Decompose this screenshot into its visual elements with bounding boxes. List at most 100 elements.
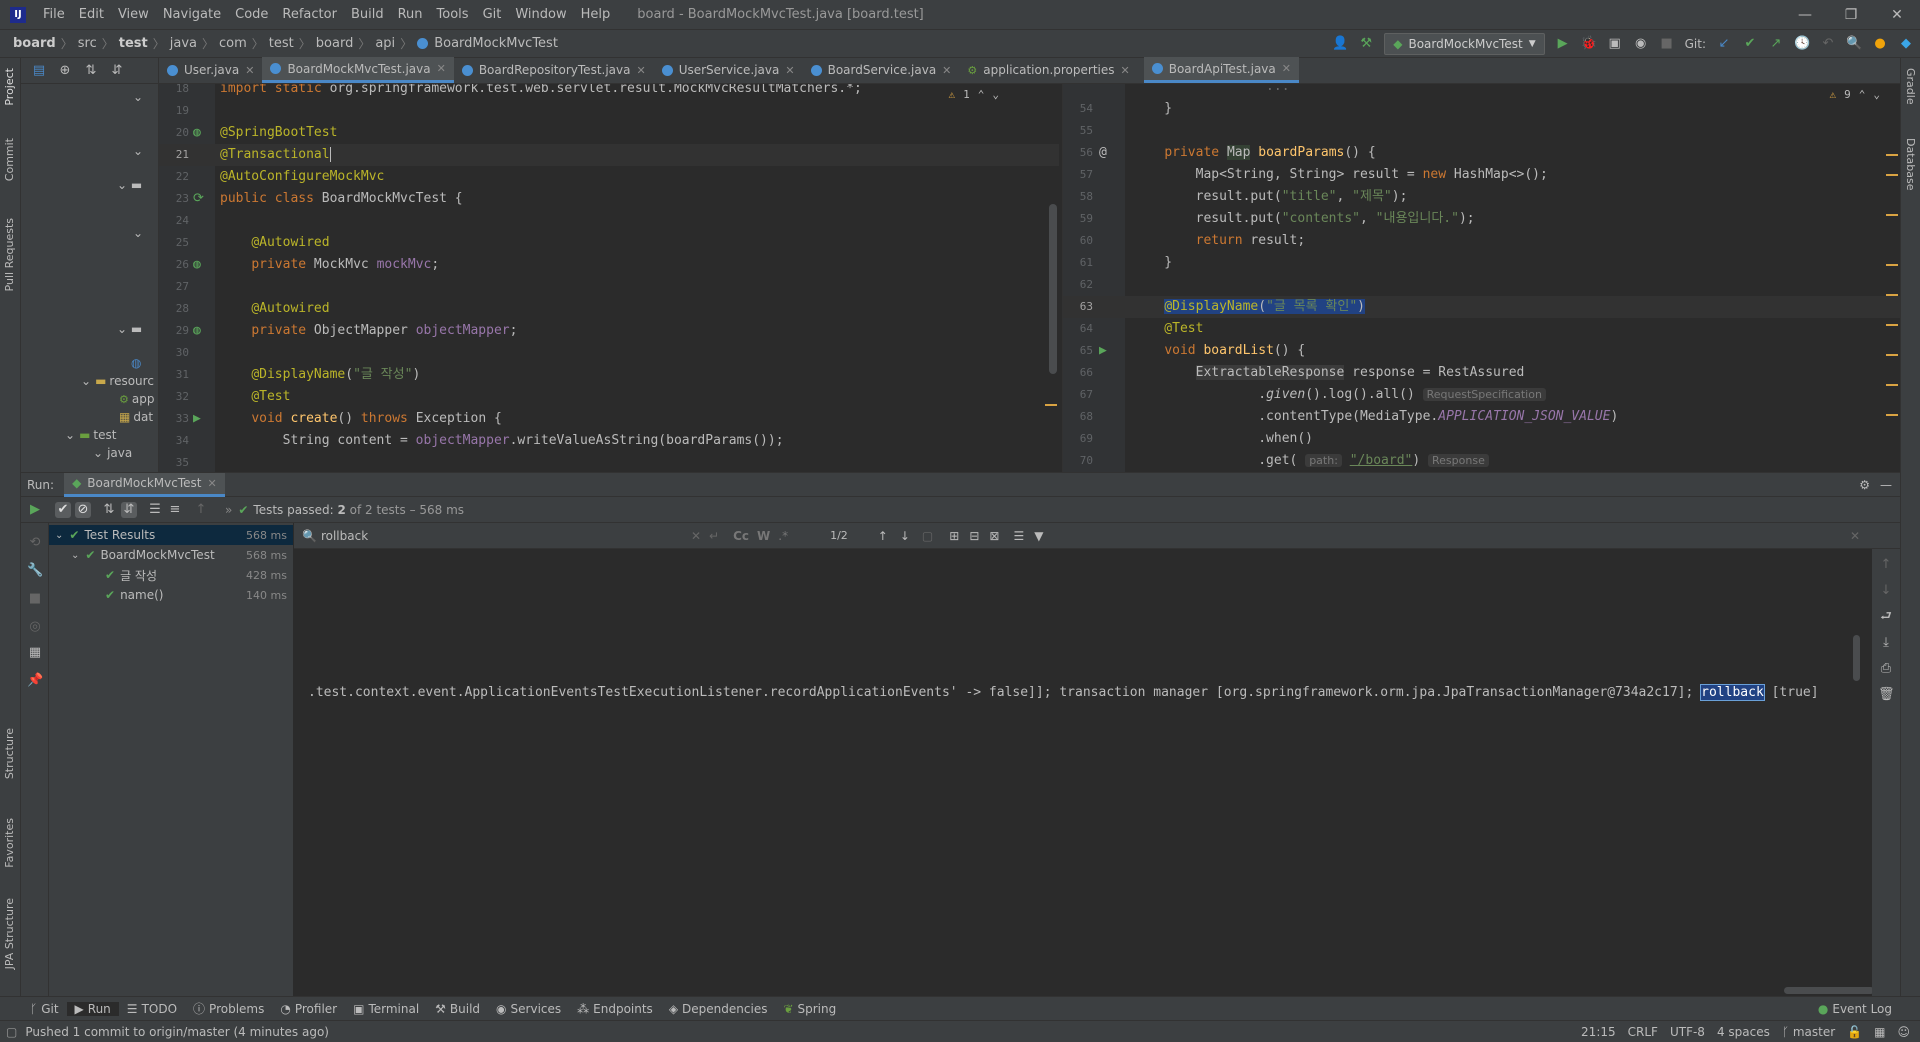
file-encoding[interactable]: UTF-8 (1670, 1025, 1705, 1039)
run-gutter-icon[interactable]: ⟳ (193, 188, 204, 210)
status-layout-icon[interactable]: ▢ (6, 1025, 17, 1039)
structure-tool-tab[interactable]: Structure (3, 728, 16, 779)
collapse-all-icon[interactable]: ≡ (167, 502, 183, 518)
tool-todo[interactable]: ☰ TODO (119, 1002, 185, 1016)
tree-row-test-create[interactable]: ✔ 글 작성 428 ms (49, 565, 293, 585)
warning-marker[interactable] (1886, 174, 1898, 176)
coverage-icon[interactable]: ▣ (1607, 36, 1623, 52)
tool-spring[interactable]: ❦ Spring (775, 1002, 844, 1016)
sort-duration-icon[interactable]: ⇵ (121, 501, 137, 518)
tree-item-dat[interactable]: ▦ dat (119, 408, 153, 426)
breadcrumb-java[interactable]: java (167, 36, 200, 51)
search-icon[interactable]: 🔍 (1846, 36, 1862, 52)
run-gutter-icon[interactable]: ▶ (193, 408, 201, 430)
git-update-icon[interactable]: ↙ (1716, 36, 1732, 52)
close-tab-icon[interactable]: ✕ (208, 477, 217, 490)
warning-marker[interactable] (1886, 414, 1898, 416)
previous-match-icon[interactable]: ↑ (878, 529, 888, 543)
warning-marker[interactable] (1045, 404, 1057, 406)
favorites-tool-tab[interactable]: Favorites (3, 818, 16, 868)
close-tab-icon[interactable]: ✕ (437, 62, 446, 75)
menu-navigate[interactable]: Navigate (156, 7, 228, 22)
rollback-icon[interactable]: ↶ (1820, 36, 1836, 52)
settings-gear-icon[interactable]: ⚙ (1859, 478, 1870, 492)
whole-word-icon[interactable]: W (757, 529, 770, 543)
indent-setting[interactable]: 4 spaces (1717, 1025, 1770, 1039)
tree-item-app[interactable]: ⚙ app (119, 390, 154, 408)
stop-icon[interactable]: ■ (1659, 36, 1675, 52)
event-log[interactable]: ● Event Log (1810, 1002, 1900, 1016)
inspector-icon[interactable]: ☺ (1897, 1025, 1910, 1039)
jpa-structure-tool-tab[interactable]: JPA Structure (3, 898, 16, 969)
close-tab-icon[interactable]: ✕ (1121, 64, 1130, 77)
memory-icon[interactable]: ▦ (1874, 1025, 1885, 1039)
hide-panel-icon[interactable]: — (1880, 478, 1892, 492)
remove-occurrence-icon[interactable]: ⊟ (969, 529, 979, 543)
regex-history-icon[interactable]: ↵ (709, 529, 719, 543)
menu-edit[interactable]: Edit (72, 7, 111, 22)
menu-tools[interactable]: Tools (430, 7, 476, 22)
tab-boardservice-java[interactable]: BoardService.java ✕ (803, 57, 960, 83)
menu-window[interactable]: Window (508, 7, 573, 22)
collapse-all-icon[interactable]: ⇵ (109, 63, 125, 79)
git-branch[interactable]: ᚴ master (1782, 1025, 1835, 1039)
commit-tool-tab[interactable]: Commit (3, 138, 16, 181)
scroll-up-icon[interactable]: ↑ (1878, 557, 1894, 573)
menu-code[interactable]: Code (228, 7, 275, 22)
pull-requests-tool-tab[interactable]: Pull Requests (3, 218, 16, 291)
menu-build[interactable]: Build (344, 7, 391, 22)
clear-search-icon[interactable]: ✕ (691, 529, 701, 543)
project-view-icon[interactable]: ▤ (31, 63, 47, 79)
breadcrumb-src[interactable]: src (75, 36, 100, 51)
update-icon[interactable]: ● (1872, 36, 1888, 52)
wrench-icon[interactable]: 🔧 (27, 563, 43, 579)
console-horizontal-scrollbar[interactable] (1784, 987, 1874, 994)
print-icon[interactable]: ⎙ (1878, 661, 1894, 677)
expand-all-icon[interactable]: ⇅ (83, 63, 99, 79)
rerun-failed-icon[interactable]: ⟲ (27, 535, 43, 551)
tab-boardmockmvctest-java[interactable]: BoardMockMvcTest.java ✕ (262, 57, 454, 83)
expand-all-icon[interactable]: ☰ (147, 502, 163, 518)
tree-folder-icon[interactable]: ⌄ ▬ (117, 320, 142, 338)
user-icon[interactable]: 👤 (1332, 36, 1348, 52)
warning-marker[interactable] (1886, 324, 1898, 326)
eye-icon[interactable]: ◎ (27, 619, 43, 635)
console-vertical-scrollbar[interactable] (1853, 635, 1860, 681)
breadcrumb-class[interactable]: BoardMockMvcTest (431, 36, 561, 51)
close-search-icon[interactable]: ✕ (1850, 529, 1860, 543)
tool-problems[interactable]: ⓘ Problems (185, 1000, 272, 1017)
tree-item-resources[interactable]: ⌄ ▬ resourc (81, 372, 154, 390)
filter-icon[interactable]: ▼ (1034, 529, 1043, 543)
select-all-matches-icon[interactable]: ▢ (922, 529, 933, 543)
warning-marker[interactable] (1886, 354, 1898, 356)
git-commit-icon[interactable]: ✔ (1742, 36, 1758, 52)
run-config-selector[interactable]: ◆ BoardMockMvcTest ▼ (1384, 33, 1545, 55)
tab-application-properties[interactable]: ⚙ application.properties ✕ (959, 57, 1137, 83)
menu-refactor[interactable]: Refactor (275, 7, 344, 22)
match-case-icon[interactable]: Cc (733, 529, 749, 543)
tab-boardapitest-java[interactable]: BoardApiTest.java ✕ (1143, 57, 1299, 83)
breadcrumb-test[interactable]: test (116, 36, 151, 51)
close-icon[interactable]: ✕ (1874, 0, 1920, 30)
previous-failed-icon[interactable]: ↑ (193, 502, 209, 518)
breadcrumb-test-pkg[interactable]: test (266, 36, 297, 51)
regex-icon[interactable]: .* (778, 529, 788, 543)
tool-git[interactable]: ᚴ Git (22, 1002, 67, 1016)
locate-icon[interactable]: ⊕ (57, 63, 73, 79)
show-passed-icon[interactable]: ✔ (55, 501, 71, 518)
tree-chevron-icon[interactable]: ⌄ (133, 88, 143, 106)
sort-alpha-icon[interactable]: ⇅ (101, 502, 117, 518)
menu-view[interactable]: View (111, 7, 156, 22)
tool-dependencies[interactable]: ◈ Dependencies (661, 1002, 776, 1016)
tool-endpoints[interactable]: ⁂ Endpoints (569, 1002, 661, 1016)
tool-profiler[interactable]: ◔ Profiler (272, 1002, 345, 1016)
restore-icon[interactable]: ❐ (1828, 0, 1874, 30)
project-tool-tab[interactable]: Project (3, 68, 16, 106)
warning-marker[interactable] (1886, 264, 1898, 266)
git-push-icon[interactable]: ↗ (1768, 36, 1784, 52)
select-all-icon[interactable]: ⊠ (989, 529, 999, 543)
close-tab-icon[interactable]: ✕ (636, 64, 645, 77)
status-message[interactable]: Pushed 1 commit to origin/master (4 minu… (25, 1025, 329, 1039)
soft-wrap-icon[interactable]: ⮐ (1878, 609, 1894, 625)
console-output[interactable]: 🔍 ✕ ↵ Cc W .* 1/2 ↑ ↓ ▢ ⊞ ⊟ ⊠ ☰ ▼ ✕ .tes… (294, 523, 1900, 996)
